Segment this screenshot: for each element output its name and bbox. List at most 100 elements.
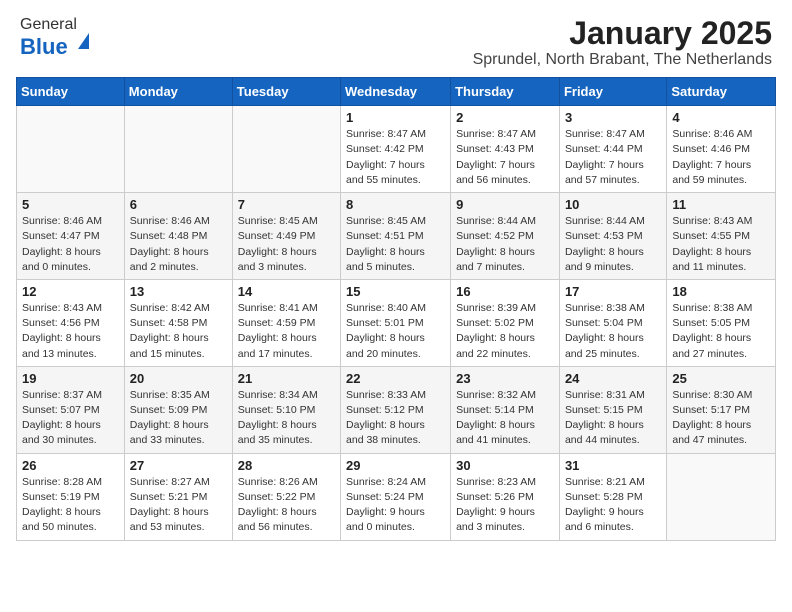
day-cell: 8 Sunrise: 8:45 AM Sunset: 4:51 PM Daylig… [341, 193, 451, 280]
day-cell: 31Sunrise: 8:21 AM Sunset: 5:28 PM Dayli… [559, 453, 666, 540]
day-cell: 1 Sunrise: 8:47 AM Sunset: 4:42 PM Daylig… [341, 106, 451, 193]
day-cell: 5Sunrise: 8:46 AM Sunset: 4:47 PM Daylig… [17, 193, 125, 280]
day-cell: 18Sunrise: 8:38 AM Sunset: 5:05 PM Dayli… [667, 279, 776, 366]
day-cell [667, 453, 776, 540]
day-cell: 27 Sunrise: 8:27 AM Sunset: 5:21 PM Dayli… [124, 453, 232, 540]
day-cell: 12 Sunrise: 8:43 AM Sunset: 4:56 PM Dayli… [17, 279, 125, 366]
day-info: Sunrise: 8:31 AM Sunset: 5:15 PM Dayligh… [565, 388, 661, 449]
day-number: 19 [22, 371, 119, 386]
day-info: Sunrise: 8:46 AM Sunset: 4:48 PM Dayligh… [130, 214, 227, 275]
day-cell: 7 Sunrise: 8:45 AM Sunset: 4:49 PM Daylig… [232, 193, 340, 280]
column-header-wednesday: Wednesday [341, 78, 451, 106]
day-number: 12 [22, 284, 119, 299]
day-info: Sunrise: 8:47 AM Sunset: 4:44 PM Dayligh… [565, 127, 661, 188]
day-info: Sunrise: 8:32 AM Sunset: 5:14 PM Dayligh… [456, 388, 554, 449]
day-number: 4 [672, 110, 770, 125]
day-number: 14 [238, 284, 335, 299]
week-row-3: 19 Sunrise: 8:37 AM Sunset: 5:07 PM Dayli… [17, 366, 776, 453]
day-number: 9 [456, 197, 554, 212]
day-info: Sunrise: 8:44 AM Sunset: 4:52 PM Dayligh… [456, 214, 554, 275]
day-number: 15 [346, 284, 445, 299]
day-cell: 20Sunrise: 8:35 AM Sunset: 5:09 PM Dayli… [124, 366, 232, 453]
title-block: January 2025 Sprundel, North Brabant, Th… [473, 16, 772, 69]
day-number: 8 [346, 197, 445, 212]
day-info: Sunrise: 8:45 AM Sunset: 4:49 PM Dayligh… [238, 214, 335, 275]
day-number: 21 [238, 371, 335, 386]
day-cell: 11 Sunrise: 8:43 AM Sunset: 4:55 PM Dayli… [667, 193, 776, 280]
column-header-friday: Friday [559, 78, 666, 106]
week-row-0: 1 Sunrise: 8:47 AM Sunset: 4:42 PM Daylig… [17, 106, 776, 193]
day-info: Sunrise: 8:43 AM Sunset: 4:56 PM Dayligh… [22, 301, 119, 362]
logo: General Blue [20, 16, 89, 60]
day-number: 16 [456, 284, 554, 299]
day-info: Sunrise: 8:37 AM Sunset: 5:07 PM Dayligh… [22, 388, 119, 449]
day-info: Sunrise: 8:23 AM Sunset: 5:26 PM Dayligh… [456, 475, 554, 536]
day-info: Sunrise: 8:47 AM Sunset: 4:43 PM Dayligh… [456, 127, 554, 188]
day-number: 29 [346, 458, 445, 473]
day-cell: 2 Sunrise: 8:47 AM Sunset: 4:43 PM Daylig… [451, 106, 560, 193]
day-info: Sunrise: 8:24 AM Sunset: 5:24 PM Dayligh… [346, 475, 445, 536]
day-info: Sunrise: 8:39 AM Sunset: 5:02 PM Dayligh… [456, 301, 554, 362]
day-number: 13 [130, 284, 227, 299]
day-cell: 10Sunrise: 8:44 AM Sunset: 4:53 PM Dayli… [559, 193, 666, 280]
day-cell: 17 Sunrise: 8:38 AM Sunset: 5:04 PM Dayli… [559, 279, 666, 366]
day-number: 30 [456, 458, 554, 473]
calendar-title: January 2025 [473, 16, 772, 51]
day-info: Sunrise: 8:42 AM Sunset: 4:58 PM Dayligh… [130, 301, 227, 362]
column-header-saturday: Saturday [667, 78, 776, 106]
logo-general-text: General [20, 16, 77, 33]
week-row-1: 5Sunrise: 8:46 AM Sunset: 4:47 PM Daylig… [17, 193, 776, 280]
day-number: 3 [565, 110, 661, 125]
day-cell: 29 Sunrise: 8:24 AM Sunset: 5:24 PM Dayli… [341, 453, 451, 540]
day-info: Sunrise: 8:27 AM Sunset: 5:21 PM Dayligh… [130, 475, 227, 536]
day-info: Sunrise: 8:30 AM Sunset: 5:17 PM Dayligh… [672, 388, 770, 449]
day-number: 2 [456, 110, 554, 125]
day-cell: 28Sunrise: 8:26 AM Sunset: 5:22 PM Dayli… [232, 453, 340, 540]
column-header-thursday: Thursday [451, 78, 560, 106]
day-number: 11 [672, 197, 770, 212]
day-cell: 14Sunrise: 8:41 AM Sunset: 4:59 PM Dayli… [232, 279, 340, 366]
day-info: Sunrise: 8:47 AM Sunset: 4:42 PM Dayligh… [346, 127, 445, 188]
week-row-4: 26Sunrise: 8:28 AM Sunset: 5:19 PM Dayli… [17, 453, 776, 540]
calendar-header-row: SundayMondayTuesdayWednesdayThursdayFrid… [17, 78, 776, 106]
calendar-wrapper: SundayMondayTuesdayWednesdayThursdayFrid… [0, 77, 792, 548]
day-cell: 23 Sunrise: 8:32 AM Sunset: 5:14 PM Dayli… [451, 366, 560, 453]
day-number: 7 [238, 197, 335, 212]
day-number: 18 [672, 284, 770, 299]
day-cell: 21 Sunrise: 8:34 AM Sunset: 5:10 PM Dayli… [232, 366, 340, 453]
day-number: 23 [456, 371, 554, 386]
day-cell: 26Sunrise: 8:28 AM Sunset: 5:19 PM Dayli… [17, 453, 125, 540]
day-cell: 15 Sunrise: 8:40 AM Sunset: 5:01 PM Dayli… [341, 279, 451, 366]
day-info: Sunrise: 8:45 AM Sunset: 4:51 PM Dayligh… [346, 214, 445, 275]
day-cell: 25Sunrise: 8:30 AM Sunset: 5:17 PM Dayli… [667, 366, 776, 453]
day-number: 17 [565, 284, 661, 299]
day-info: Sunrise: 8:43 AM Sunset: 4:55 PM Dayligh… [672, 214, 770, 275]
day-cell: 19 Sunrise: 8:37 AM Sunset: 5:07 PM Dayli… [17, 366, 125, 453]
day-cell: 13 Sunrise: 8:42 AM Sunset: 4:58 PM Dayli… [124, 279, 232, 366]
day-info: Sunrise: 8:44 AM Sunset: 4:53 PM Dayligh… [565, 214, 661, 275]
logo-blue-text: Blue [20, 34, 68, 59]
week-row-2: 12 Sunrise: 8:43 AM Sunset: 4:56 PM Dayli… [17, 279, 776, 366]
day-info: Sunrise: 8:28 AM Sunset: 5:19 PM Dayligh… [22, 475, 119, 536]
column-header-sunday: Sunday [17, 78, 125, 106]
day-number: 1 [346, 110, 445, 125]
day-info: Sunrise: 8:26 AM Sunset: 5:22 PM Dayligh… [238, 475, 335, 536]
day-info: Sunrise: 8:46 AM Sunset: 4:46 PM Dayligh… [672, 127, 770, 188]
column-header-monday: Monday [124, 78, 232, 106]
day-number: 27 [130, 458, 227, 473]
day-number: 31 [565, 458, 661, 473]
day-info: Sunrise: 8:34 AM Sunset: 5:10 PM Dayligh… [238, 388, 335, 449]
day-number: 22 [346, 371, 445, 386]
day-info: Sunrise: 8:38 AM Sunset: 5:04 PM Dayligh… [565, 301, 661, 362]
day-cell [17, 106, 125, 193]
day-info: Sunrise: 8:40 AM Sunset: 5:01 PM Dayligh… [346, 301, 445, 362]
day-info: Sunrise: 8:35 AM Sunset: 5:09 PM Dayligh… [130, 388, 227, 449]
day-cell: 30 Sunrise: 8:23 AM Sunset: 5:26 PM Dayli… [451, 453, 560, 540]
day-number: 6 [130, 197, 227, 212]
day-info: Sunrise: 8:46 AM Sunset: 4:47 PM Dayligh… [22, 214, 119, 275]
day-cell [124, 106, 232, 193]
day-cell: 24Sunrise: 8:31 AM Sunset: 5:15 PM Dayli… [559, 366, 666, 453]
day-cell: 3 Sunrise: 8:47 AM Sunset: 4:44 PM Daylig… [559, 106, 666, 193]
day-cell: 22Sunrise: 8:33 AM Sunset: 5:12 PM Dayli… [341, 366, 451, 453]
calendar-subtitle: Sprundel, North Brabant, The Netherlands [473, 51, 772, 69]
